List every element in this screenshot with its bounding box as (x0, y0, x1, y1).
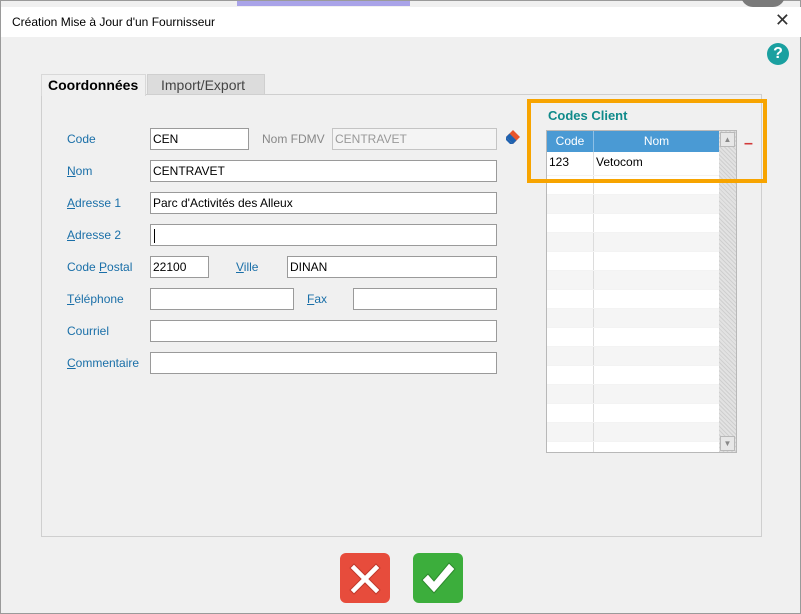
dialog-window: Création Mise à Jour d'un Fournisseur ✕ … (0, 0, 801, 614)
tab-coordonnees[interactable]: Coordonnées (41, 74, 146, 96)
codes-client-title: Codes Client (548, 108, 628, 123)
text-cursor (154, 228, 155, 243)
commentaire-label: Commentaire (67, 356, 140, 370)
table-row-empty (547, 366, 719, 385)
background-app-strip (237, 1, 410, 6)
table-row[interactable]: 123 Vetocom (547, 152, 719, 176)
telephone-label: Téléphone (67, 292, 124, 306)
tab-import-export[interactable]: Import/Export (147, 74, 265, 95)
table-row-empty (547, 328, 719, 347)
nom-fdmv-field: CENTRAVET (332, 128, 497, 150)
telephone-field[interactable] (150, 288, 294, 310)
nom-label: Nom (67, 164, 93, 178)
codes-client-grid[interactable]: Code Nom 123 Vetocom ▲ ▼ (546, 130, 737, 453)
fax-label: Fax (307, 292, 328, 306)
close-icon[interactable]: ✕ (775, 11, 790, 29)
table-row-empty (547, 195, 719, 214)
cell-nom: Vetocom (596, 155, 643, 169)
commentaire-field[interactable] (150, 352, 497, 374)
courriel-field[interactable] (150, 320, 497, 342)
table-row-empty (547, 290, 719, 309)
code-postal-label: Code Postal (67, 260, 133, 274)
table-row-empty (547, 309, 719, 328)
table-row-empty (547, 214, 719, 233)
table-row-empty (547, 404, 719, 423)
adresse2-label: Adresse 2 (67, 228, 122, 242)
adresse1-label: Adresse 1 (67, 196, 122, 210)
scroll-down-button[interactable]: ▼ (720, 436, 735, 451)
table-row-empty (547, 252, 719, 271)
cell-code: 123 (547, 152, 594, 175)
fax-field[interactable] (353, 288, 497, 310)
code-postal-field[interactable]: 22100 (150, 256, 209, 278)
code-field[interactable]: CEN (150, 128, 249, 150)
check-icon (421, 562, 456, 594)
table-row-empty (547, 442, 719, 452)
table-row-empty (547, 176, 719, 195)
window-title: Création Mise à Jour d'un Fournisseur (12, 15, 216, 29)
help-icon[interactable]: ? (767, 43, 789, 65)
adresse2-field[interactable] (150, 224, 497, 246)
remove-code-button[interactable]: – (744, 136, 753, 152)
nom-field[interactable]: CENTRAVET (150, 160, 497, 182)
cancel-button[interactable] (340, 553, 390, 603)
ok-button[interactable] (413, 553, 463, 603)
adresse1-field[interactable]: Parc d'Activités des Alleux (150, 192, 497, 214)
table-row-empty (547, 271, 719, 290)
table-row-empty (547, 233, 719, 252)
grid-header: Code Nom (547, 131, 719, 152)
courriel-label: Courriel (67, 324, 110, 338)
scroll-up-button[interactable]: ▲ (720, 132, 735, 147)
grid-scrollbar[interactable]: ▲ ▼ (719, 131, 736, 452)
tag-icon[interactable] (506, 130, 520, 144)
code-label: Code (67, 132, 96, 146)
nom-fdmv-label: Nom FDMV (262, 132, 325, 146)
table-row-empty (547, 347, 719, 366)
ville-label: Ville (236, 260, 259, 274)
ville-field[interactable]: DINAN (287, 256, 497, 278)
column-header-nom[interactable]: Nom (594, 131, 719, 152)
background-app-shape (741, 0, 785, 7)
cross-icon (349, 563, 381, 595)
grid-rows: 123 Vetocom (547, 152, 719, 452)
table-row-empty (547, 385, 719, 404)
table-row-empty (547, 423, 719, 442)
column-header-code[interactable]: Code (547, 131, 594, 152)
title-bar: Création Mise à Jour d'un Fournisseur ✕ (1, 7, 801, 37)
